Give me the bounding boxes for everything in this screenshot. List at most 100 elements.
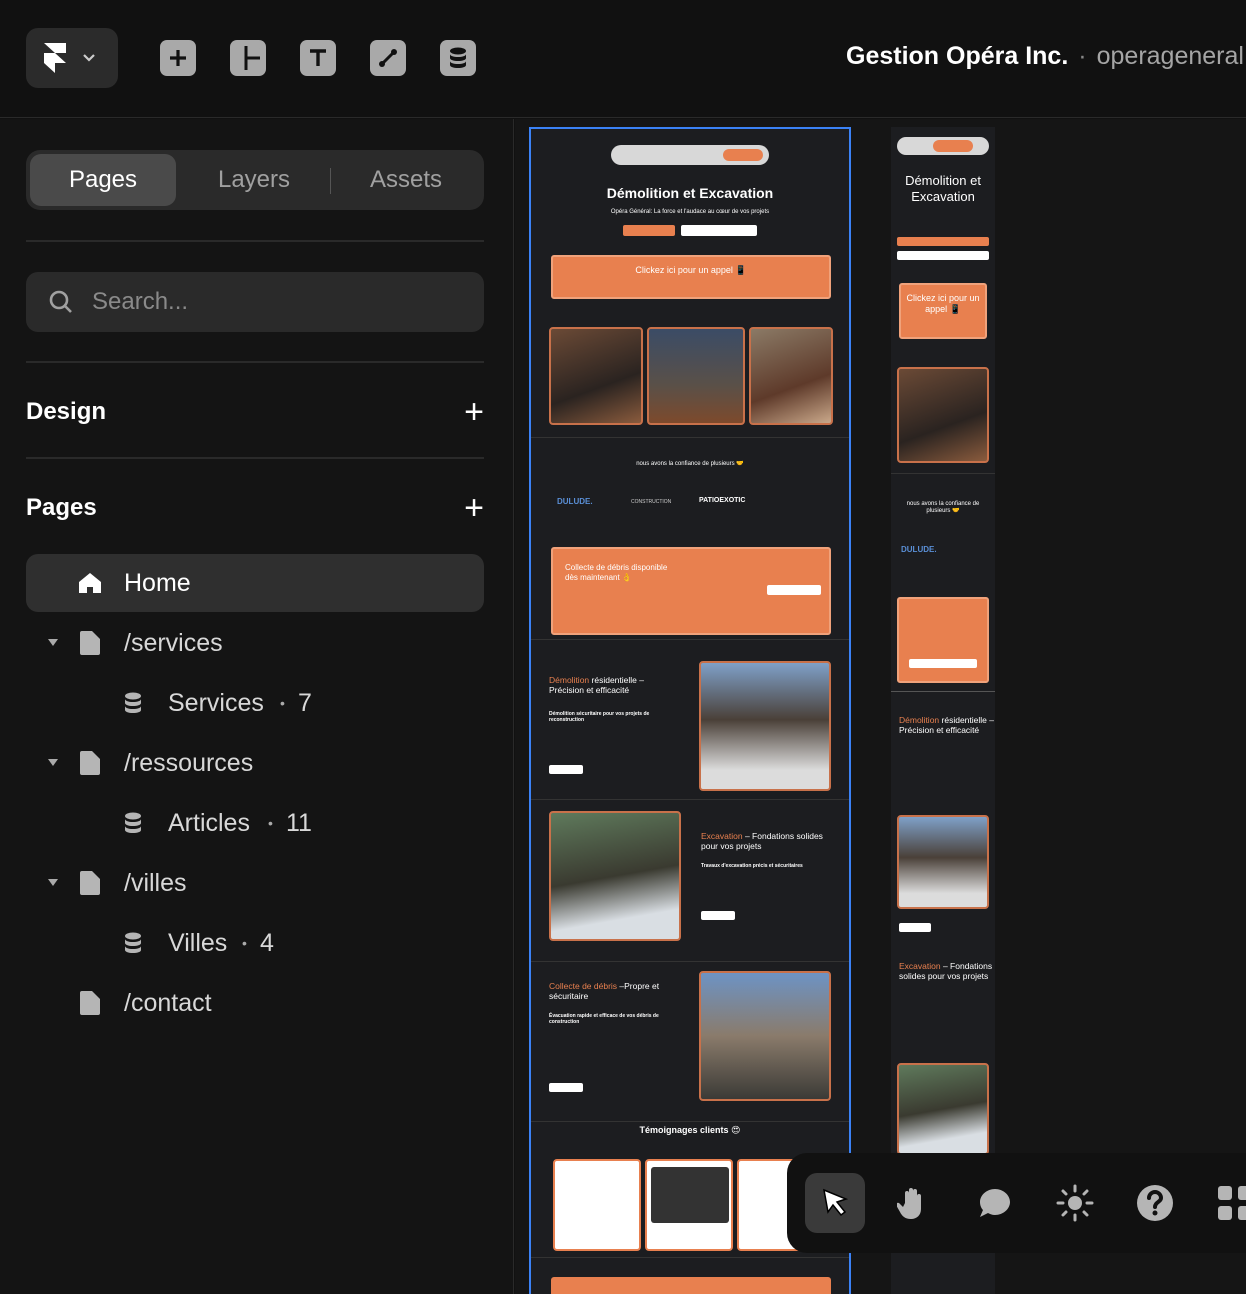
- learn-more-button[interactable]: [549, 1083, 583, 1092]
- section-divider: [531, 639, 849, 640]
- search-placeholder: Search...: [92, 288, 189, 315]
- page-icon: [80, 751, 100, 775]
- collection-label: Articles: [168, 808, 250, 837]
- comment-tool[interactable]: [965, 1173, 1025, 1233]
- hero-title: Démolition et Excavation: [606, 185, 774, 201]
- excavation-photo: [897, 1063, 989, 1155]
- nav-cta-button[interactable]: [723, 149, 763, 161]
- learn-more-button[interactable]: [701, 911, 735, 920]
- select-tool[interactable]: [805, 1173, 865, 1233]
- caret-down-icon[interactable]: [48, 759, 58, 767]
- nav-bar[interactable]: [611, 145, 769, 165]
- layout-icon[interactable]: [230, 40, 266, 76]
- debris-banner[interactable]: [897, 597, 989, 683]
- cms-collection-icon: [125, 932, 141, 953]
- collection-label: Villes: [168, 928, 228, 957]
- call-banner[interactable]: Clickez ici pour un appel 📱: [899, 283, 987, 339]
- nav-bar[interactable]: [897, 137, 989, 155]
- cursor-icon: [823, 1188, 849, 1217]
- collection-item-villes[interactable]: Villes • 4: [26, 914, 484, 972]
- service-title-excavation: Excavation – Fondations solides pour vos…: [899, 961, 995, 981]
- learn-more-button[interactable]: [549, 765, 583, 774]
- page-item-ressources[interactable]: /ressources: [26, 734, 484, 792]
- divider: [26, 240, 484, 242]
- dot-separator: •: [280, 695, 285, 711]
- page-item-contact[interactable]: /contact: [26, 974, 484, 1032]
- comment-icon: [980, 1189, 1010, 1217]
- service-accent: Excavation: [899, 961, 941, 971]
- text-icon[interactable]: [300, 40, 336, 76]
- service-subtitle: Évacuation rapide et efficace de vos déb…: [549, 1013, 659, 1025]
- canvas-toolbar: [787, 1153, 1246, 1253]
- caret-down-icon[interactable]: [48, 639, 58, 647]
- client-logo: DULUDE.: [901, 545, 937, 554]
- section-divider: [891, 473, 995, 474]
- mobile-frame[interactable]: Démolition et Excavation Clickez ici pou…: [891, 127, 995, 1294]
- tab-assets[interactable]: Assets: [333, 154, 479, 206]
- client-logo: CONSTRUCTION: [631, 499, 672, 505]
- section-divider: [531, 961, 849, 962]
- search-icon: [49, 290, 72, 313]
- page-item-home[interactable]: Home: [26, 554, 484, 612]
- help-button[interactable]: [1125, 1173, 1185, 1233]
- cms-collection-icon: [125, 812, 141, 833]
- service-title-excavation: Excavation – Fondations solides pour vos…: [701, 831, 831, 851]
- collection-count: 11: [286, 808, 312, 837]
- service-accent: Excavation: [701, 831, 743, 841]
- call-banner-text: Clickez ici pour un appel 📱: [635, 265, 747, 275]
- collection-item-articles[interactable]: Articles • 11: [26, 794, 484, 852]
- hero-photo: [897, 367, 989, 463]
- add-design-icon[interactable]: +: [464, 395, 484, 429]
- plugins-button[interactable]: [1205, 1173, 1246, 1233]
- debris-quote-button[interactable]: [909, 659, 977, 668]
- page-item-villes[interactable]: /villes: [26, 854, 484, 912]
- hero-primary-button[interactable]: [623, 225, 675, 236]
- learn-more-button[interactable]: [899, 923, 931, 932]
- house-photo: [699, 661, 831, 791]
- insert-icon[interactable]: [160, 40, 196, 76]
- hand-tool[interactable]: [883, 1173, 943, 1233]
- page-label: /villes: [124, 868, 187, 897]
- truck-photo: [699, 971, 831, 1101]
- home-icon: [79, 573, 101, 593]
- add-page-icon[interactable]: +: [464, 491, 484, 525]
- help-icon: [1137, 1185, 1173, 1221]
- service-subtitle: Démolition sécuritaire pour vos projets …: [549, 711, 650, 723]
- client-logo: PATIOEXOTIC: [699, 497, 746, 504]
- section-divider: [531, 1257, 849, 1258]
- design-section: Design +: [26, 395, 484, 429]
- framer-menu-button[interactable]: [26, 28, 118, 88]
- page-label: /ressources: [124, 748, 254, 777]
- trust-heading: nous avons la confiance de plusieurs 🤝: [906, 501, 980, 515]
- page-item-services[interactable]: /services: [26, 614, 484, 672]
- hand-icon: [897, 1188, 921, 1219]
- nav-cta-button[interactable]: [933, 140, 973, 152]
- call-banner-text: Clickez ici pour un appel 📱: [906, 293, 980, 314]
- section-divider: [531, 799, 849, 800]
- section-divider: [531, 437, 849, 438]
- testimonial-card: [645, 1159, 733, 1251]
- hero-photo: [647, 327, 745, 425]
- collection-count: 7: [298, 688, 312, 717]
- design-canvas[interactable]: Démolition et Excavation Opéra Général: …: [515, 119, 1246, 1294]
- cta-banner[interactable]: [551, 1277, 831, 1294]
- hero-secondary-button[interactable]: [681, 225, 757, 236]
- service-title-demolition: Démolition résidentielle – Précision et …: [549, 675, 669, 695]
- desktop-frame[interactable]: Démolition et Excavation Opéra Général: …: [529, 127, 851, 1294]
- hero-primary-button[interactable]: [897, 237, 989, 246]
- tab-pages[interactable]: Pages: [30, 154, 176, 206]
- site-url[interactable]: operageneral.: [1097, 42, 1246, 70]
- tab-layers[interactable]: Layers: [181, 154, 327, 206]
- debris-banner[interactable]: Collecte de débris disponible dès mainte…: [551, 547, 831, 635]
- call-banner[interactable]: Clickez ici pour un appel 📱: [551, 255, 831, 299]
- hero-secondary-button[interactable]: [897, 251, 989, 260]
- panel-tabs: Pages Layers Assets: [26, 150, 484, 210]
- collection-item-services[interactable]: Services • 7: [26, 674, 484, 732]
- caret-down-icon[interactable]: [48, 879, 58, 887]
- left-panel: Pages Layers Assets Search... Design + P…: [0, 119, 514, 1294]
- cms-icon[interactable]: [440, 40, 476, 76]
- theme-toggle[interactable]: [1045, 1173, 1105, 1233]
- vector-icon[interactable]: [370, 40, 406, 76]
- debris-quote-button[interactable]: [767, 585, 821, 595]
- search-input[interactable]: Search...: [26, 272, 484, 332]
